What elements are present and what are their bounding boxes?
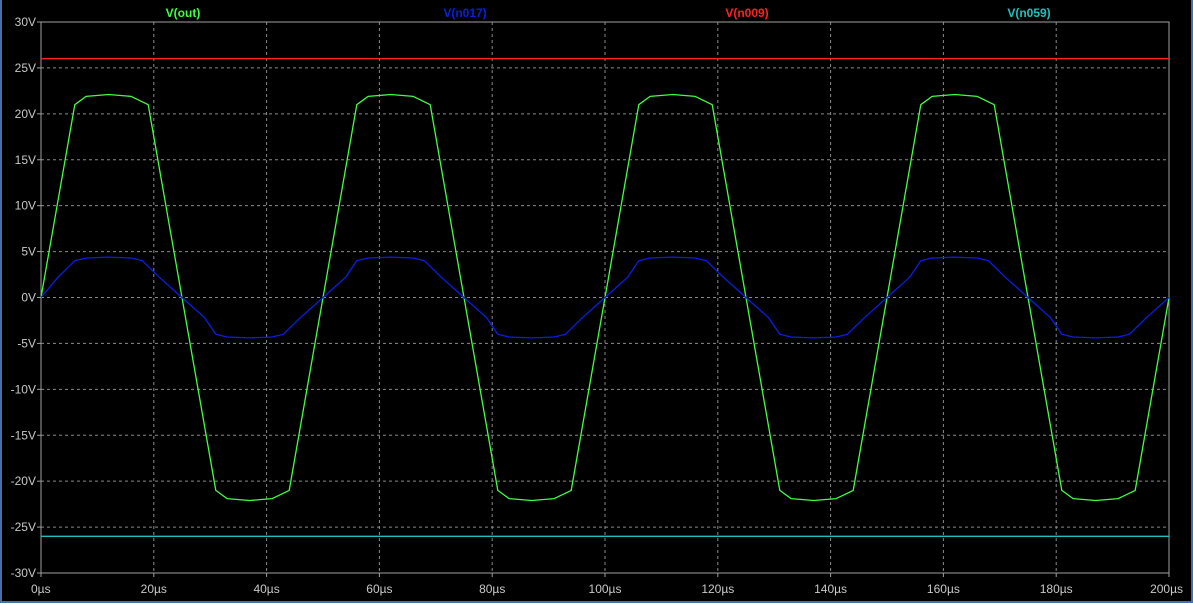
x-tick-label: 120µs [701, 582, 734, 596]
x-tick-label: 160µs [927, 582, 960, 596]
x-tick-label: 0µs [31, 582, 51, 596]
y-tick-label: -5V [17, 336, 36, 350]
x-tick-label: 80µs [479, 582, 505, 596]
y-tick-label: 5V [21, 245, 36, 259]
y-tick-label: 20V [15, 107, 36, 121]
x-axis-ticks: 0µs 20µs 40µs 60µs 80µs 100µs 120µs 140µs 160µs 1… [31, 573, 1183, 596]
x-tick-label: 60µs [366, 582, 392, 596]
y-axis-ticks: 30V 25V 20V 15V 10V 5V 0V -5V -10V -15V -20V -25V -3… [11, 15, 41, 580]
y-tick-label: -15V [11, 428, 36, 442]
legend-entry-2[interactable]: V(n017) [443, 6, 486, 20]
y-tick-label: 0V [21, 291, 36, 305]
y-tick-label: 30V [15, 15, 36, 29]
waveform-window: 30V 25V 20V 15V 10V 5V 0V -5V -10V -15V -20V -25V -3… [0, 0, 1193, 603]
waveform-plot[interactable]: 30V 25V 20V 15V 10V 5V 0V -5V -10V -15V -20V -25V -3… [2, 0, 1191, 601]
y-tick-label: -30V [11, 566, 36, 580]
x-tick-label: 20µs [141, 582, 167, 596]
legend-entry-1[interactable]: V(out) [166, 6, 201, 20]
y-tick-label: -20V [11, 474, 36, 488]
x-tick-label: 180µs [1040, 582, 1073, 596]
legend-entry-3[interactable]: V(n009) [725, 6, 768, 20]
y-tick-label: 10V [15, 199, 36, 213]
x-tick-label: 200µs [1150, 582, 1183, 596]
y-tick-label: -10V [11, 382, 36, 396]
y-tick-label: -25V [11, 520, 36, 534]
legend-entry-4[interactable]: V(n059) [1007, 6, 1050, 20]
legend[interactable]: V(out) V(n017) V(n009) V(n059) [166, 6, 1051, 20]
x-tick-label: 140µs [814, 582, 847, 596]
x-tick-label: 40µs [253, 582, 279, 596]
x-tick-label: 100µs [589, 582, 622, 596]
y-tick-label: 15V [15, 153, 36, 167]
y-tick-label: 25V [15, 61, 36, 75]
